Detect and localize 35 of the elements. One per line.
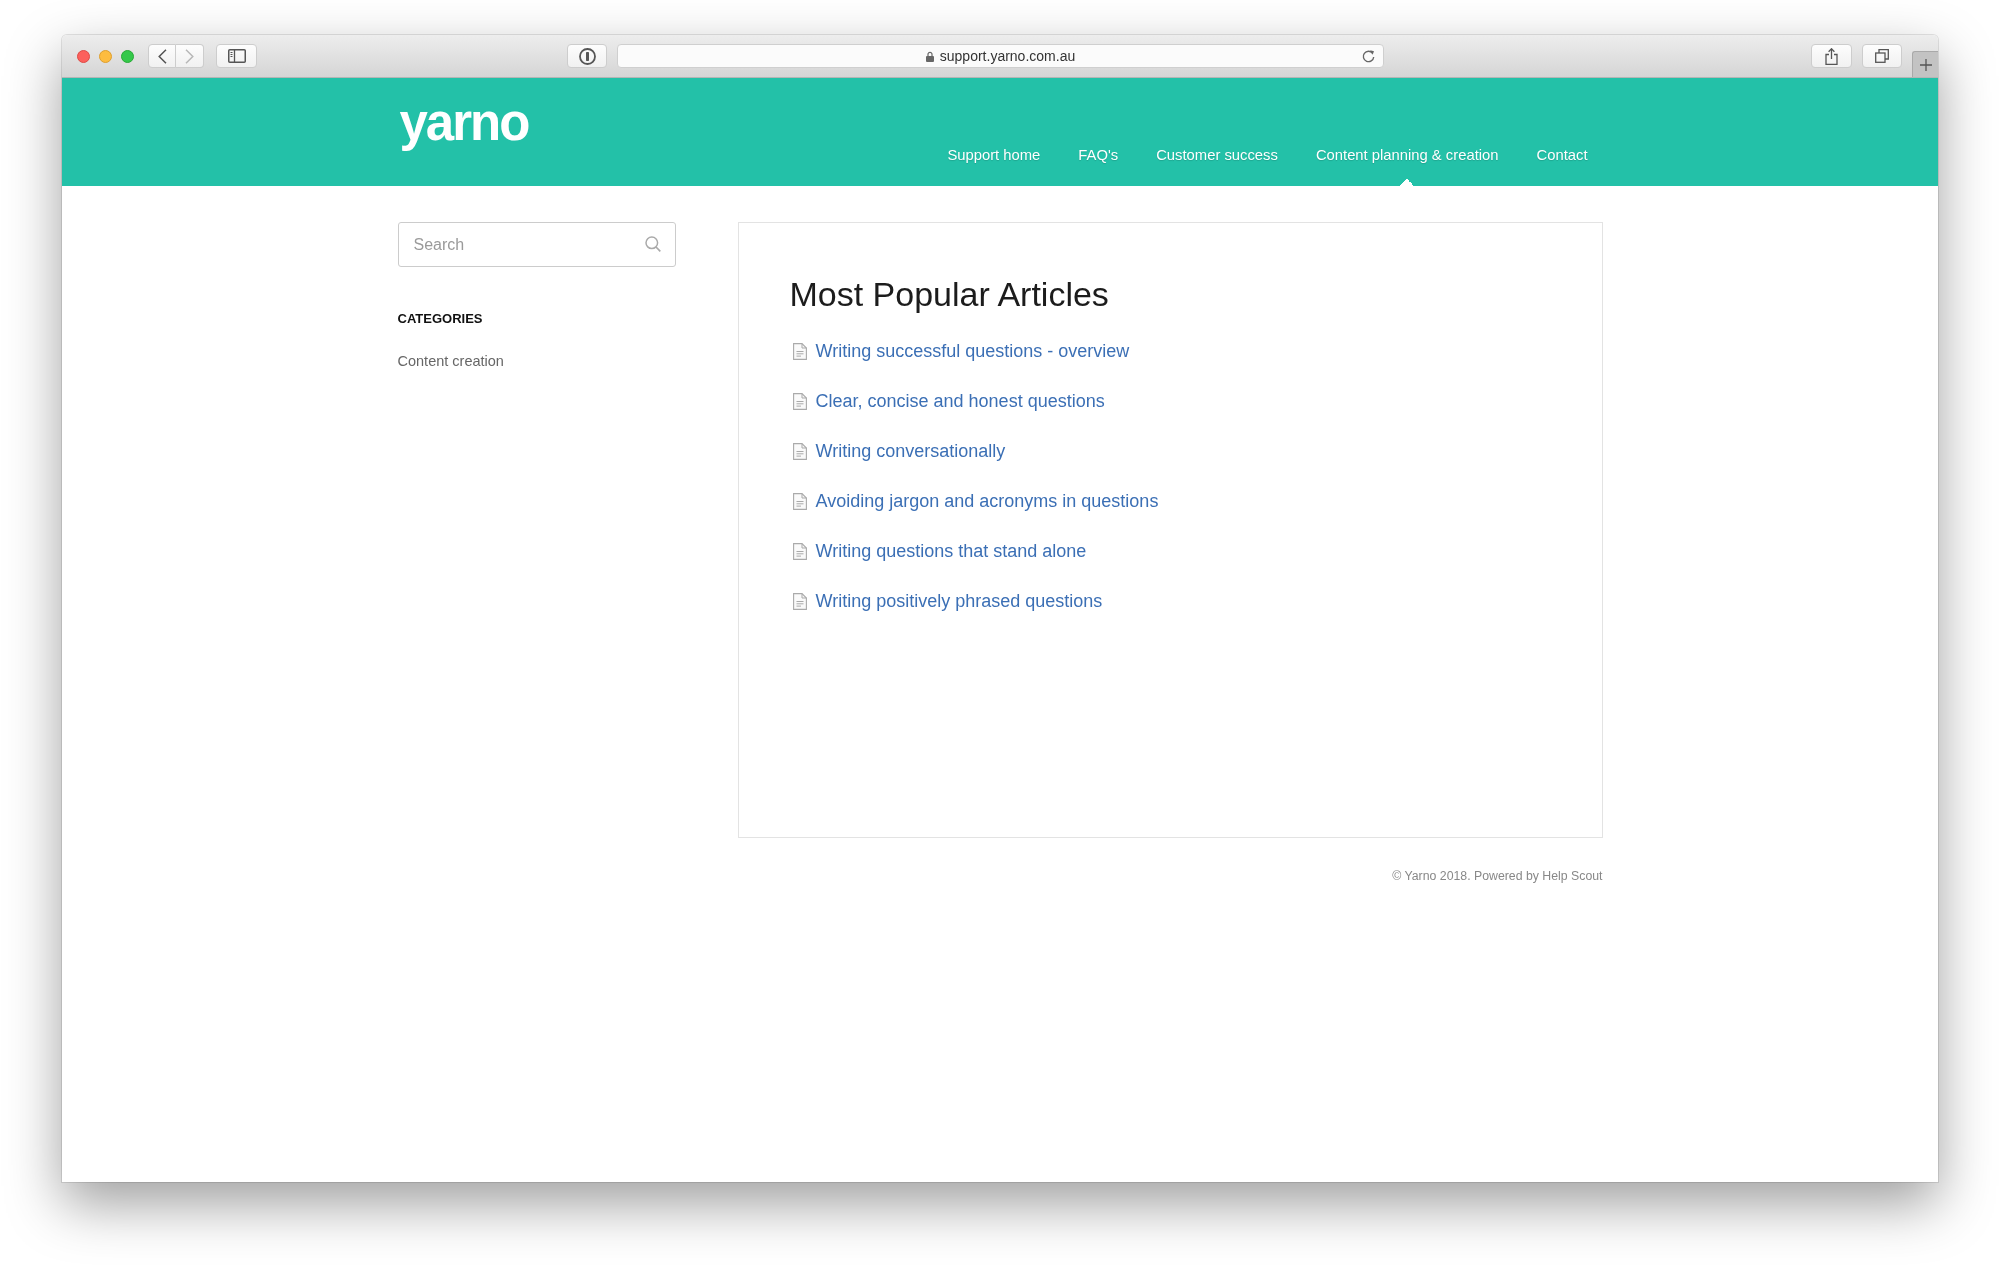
extension-button[interactable]: [567, 44, 607, 68]
search-icon[interactable]: [644, 236, 661, 252]
overlapping-squares-icon: [1875, 49, 1889, 63]
circled-bar-icon: [578, 47, 596, 65]
address-bar[interactable]: support.yarno.com.au: [617, 44, 1384, 68]
article-link[interactable]: Writing successful questions - overview: [815, 340, 1130, 362]
section-heading: Most Popular Articles: [789, 275, 1109, 313]
categories-heading: CATEGORIES: [397, 311, 484, 327]
document-icon: [792, 342, 807, 360]
sidebar-toggle-button[interactable]: [216, 44, 257, 68]
maximize-button[interactable]: [121, 49, 134, 63]
show-tabs-button[interactable]: [1862, 44, 1902, 68]
close-button[interactable]: [77, 49, 90, 63]
article-link[interactable]: Writing conversationally: [815, 440, 1006, 462]
footer-text: © Yarno 2018. Powered by Help Scout: [1392, 869, 1603, 883]
article-link[interactable]: Writing questions that stand alone: [815, 540, 1087, 562]
category-link[interactable]: Content creation: [397, 353, 504, 369]
sidebar-icon: [227, 49, 246, 63]
share-icon: [1825, 47, 1838, 65]
article-link[interactable]: Clear, concise and honest questions: [815, 390, 1105, 412]
new-tab-button[interactable]: [1912, 51, 1938, 77]
article-link[interactable]: Avoiding jargon and acronyms in questions: [815, 490, 1159, 512]
document-icon: [792, 592, 807, 610]
back-button[interactable]: [148, 44, 176, 68]
document-icon: [792, 542, 807, 560]
article-link[interactable]: Writing positively phrased questions: [815, 590, 1103, 612]
reload-icon[interactable]: [1362, 49, 1375, 63]
document-icon: [792, 442, 807, 460]
document-icon: [792, 392, 807, 410]
lock-icon: [925, 50, 934, 62]
plus-icon: [1919, 58, 1932, 71]
url-text: support.yarno.com.au: [939, 47, 1076, 65]
share-button[interactable]: [1811, 44, 1852, 68]
document-icon: [792, 492, 807, 510]
search-field[interactable]: Search: [397, 222, 676, 267]
